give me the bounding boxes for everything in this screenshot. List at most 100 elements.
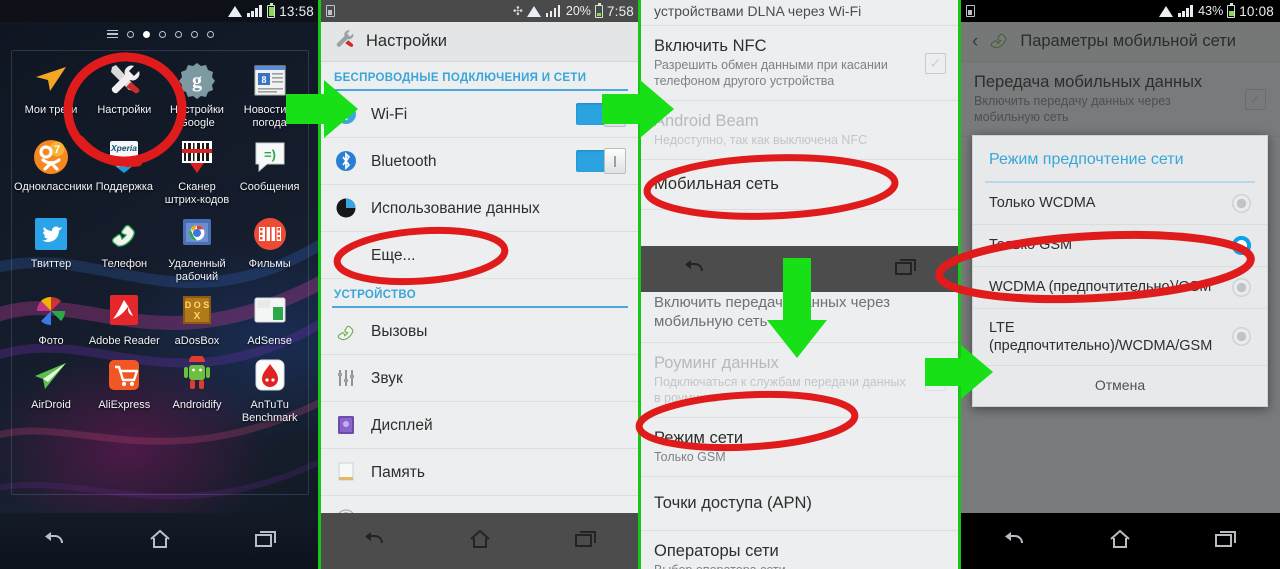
more-row-nfc[interactable]: Включить NFC Разрешить обмен данными при…: [640, 26, 960, 101]
odnoklassniki-icon: 7: [30, 136, 72, 178]
dialog-option-gsm-only[interactable]: Только GSM: [973, 225, 1267, 267]
more-row-apn[interactable]: Точки доступа (APN): [640, 477, 960, 531]
app-icon-adobe-reader[interactable]: Adobe Reader: [88, 290, 161, 348]
settings-row-bluetooth[interactable]: Bluetooth: [320, 138, 640, 185]
wifi-icon: [526, 5, 542, 17]
app-label: Настройки: [97, 104, 152, 116]
network-status-bar: 43% 10:08: [960, 0, 1280, 22]
phone-handset-icon: [103, 213, 145, 255]
app-icon-settings[interactable]: Настройки: [88, 59, 161, 130]
settings-row-data-usage[interactable]: Использование данных: [320, 185, 640, 232]
page-title: Настройки: [366, 32, 447, 50]
signal-icon: [247, 5, 263, 17]
nfc-checkbox[interactable]: ✓: [925, 52, 946, 74]
home-icon[interactable]: [468, 528, 492, 555]
arrow-more-scroll-down: [767, 258, 827, 358]
home-icon[interactable]: [148, 528, 172, 555]
back-icon[interactable]: [681, 257, 707, 282]
radio-button-selected[interactable]: [1232, 235, 1251, 255]
svg-text:g: g: [192, 70, 202, 92]
app-label: AirDroid: [31, 399, 71, 411]
arrow-more-to-network-mode: [925, 345, 993, 399]
app-icon-aliexpress[interactable]: AliExpress: [88, 354, 161, 425]
home-page-indicator[interactable]: [0, 22, 320, 46]
bluetooth-toggle[interactable]: [576, 148, 626, 174]
more-row-network-operators[interactable]: Операторы сети Выбор оператора сети: [640, 531, 960, 569]
back-icon[interactable]: [41, 529, 67, 554]
more-row-mobile-network[interactable]: Мобильная сеть: [640, 160, 960, 210]
radio-button[interactable]: [1232, 193, 1251, 213]
app-icon-support[interactable]: Xperia care Поддержка: [88, 136, 161, 207]
row-sublabel: Разрешить обмен данными при касании теле…: [654, 58, 888, 88]
page-dot-5[interactable]: [190, 30, 198, 38]
xperia-care-icon: Xperia care: [103, 136, 145, 178]
sound-sliders-icon: [334, 366, 358, 390]
app-icon-adsense[interactable]: AdSense: [233, 290, 306, 348]
settings-action-bar: Настройки: [320, 22, 640, 62]
dialog-option-wcdma-only[interactable]: Только WCDMA: [973, 183, 1267, 225]
app-icon-antutu[interactable]: AnTuTu Benchmark: [233, 354, 306, 425]
app-icon-airdroid[interactable]: AirDroid: [14, 354, 88, 425]
back-icon[interactable]: [1001, 529, 1027, 554]
dialog-option-wcdma-pref-gsm[interactable]: WCDMA (предпочтительно)/GSM: [973, 267, 1267, 309]
radio-button[interactable]: [1232, 277, 1251, 297]
app-icon-twitter[interactable]: Твиттер: [14, 213, 88, 284]
row-label: Bluetooth: [371, 152, 437, 170]
app-icon-messages[interactable]: =) Сообщения: [233, 136, 306, 207]
section-header-wireless: БЕСПРОВОДНЫЕ ПОДКЛЮЧЕНИЯ И СЕТИ: [334, 72, 587, 84]
row-label: Еще...: [371, 246, 416, 264]
app-label: Мои треки: [24, 104, 78, 116]
home-icon[interactable]: [1108, 528, 1132, 555]
screenshot-stage: 13:58 Мои треки Настройки g Настройки Go…: [0, 0, 1280, 569]
settings-row-sound[interactable]: Звук: [320, 355, 640, 402]
app-icon-remote-desktop[interactable]: Удаленный рабочий: [161, 213, 234, 284]
no-icon-placeholder: [334, 243, 358, 267]
page-dot-4[interactable]: [174, 30, 182, 38]
app-icon-movies[interactable]: Фильмы: [233, 213, 306, 284]
settings-row-storage[interactable]: Память: [320, 449, 640, 496]
row-label: Память: [371, 463, 425, 481]
page-dot-3[interactable]: [158, 30, 166, 38]
page-dot-1[interactable]: [126, 30, 134, 38]
row-label: Операторы сети: [654, 542, 779, 560]
more-row-network-mode[interactable]: Режим сети Только GSM: [640, 418, 960, 477]
app-icon-google-settings[interactable]: g Настройки Google: [161, 59, 234, 130]
app-label: Сообщения: [239, 181, 300, 193]
network-navigation-bar: [960, 513, 1280, 569]
app-label: AdSense: [247, 335, 292, 347]
settings-row-more[interactable]: Еще...: [320, 232, 640, 279]
more-row-dlna-partial[interactable]: устройствами DLNA через Wi-Fi: [640, 0, 960, 26]
app-icon-barcode-scanner[interactable]: Сканер штрих-кодов: [161, 136, 234, 207]
app-drawer-icon[interactable]: [106, 30, 118, 38]
page-dot-2[interactable]: [142, 30, 150, 38]
twitter-bird-icon: [30, 213, 72, 255]
app-icon-odnoklassniki[interactable]: 7 Одноклассники: [14, 136, 93, 207]
recents-icon[interactable]: [573, 529, 599, 554]
dialog-option-lte-pref[interactable]: LTE (предпочтительно)/WCDMA/GSM: [973, 309, 1267, 366]
back-icon[interactable]: [361, 529, 387, 554]
settings-row-wifi[interactable]: Wi-Fi: [320, 91, 640, 138]
option-label: Только GSM: [989, 237, 1073, 253]
app-icon-adosbox[interactable]: D O S X aDosBox: [161, 290, 234, 348]
dialog-cancel-button[interactable]: Отмена: [973, 366, 1267, 406]
app-icon-androidify[interactable]: Androidify: [161, 354, 234, 425]
row-label: Дисплей: [371, 416, 433, 434]
wifi-icon: [228, 5, 243, 17]
app-label: Фильмы: [248, 258, 291, 270]
recents-icon[interactable]: [253, 529, 279, 554]
app-label: aDosBox: [174, 335, 220, 347]
svg-text:X: X: [194, 311, 201, 322]
app-icon-phone[interactable]: Телефон: [88, 213, 161, 284]
app-icon-my-tracks[interactable]: Мои треки: [14, 59, 88, 130]
recents-icon[interactable]: [893, 257, 919, 282]
call-handset-icon: [334, 319, 358, 343]
radio-button[interactable]: [1232, 327, 1251, 346]
settings-row-calls[interactable]: Вызовы: [320, 308, 640, 355]
bluetooth-icon: ✣: [512, 3, 523, 18]
recents-icon[interactable]: [1213, 529, 1239, 554]
page-dot-6[interactable]: [206, 30, 214, 38]
app-grid-frame: Мои треки Настройки g Настройки Google 8…: [11, 50, 309, 495]
settings-row-display[interactable]: Дисплей: [320, 402, 640, 449]
app-icon-photos[interactable]: Фото: [14, 290, 88, 348]
battery-icon: [1227, 2, 1236, 18]
